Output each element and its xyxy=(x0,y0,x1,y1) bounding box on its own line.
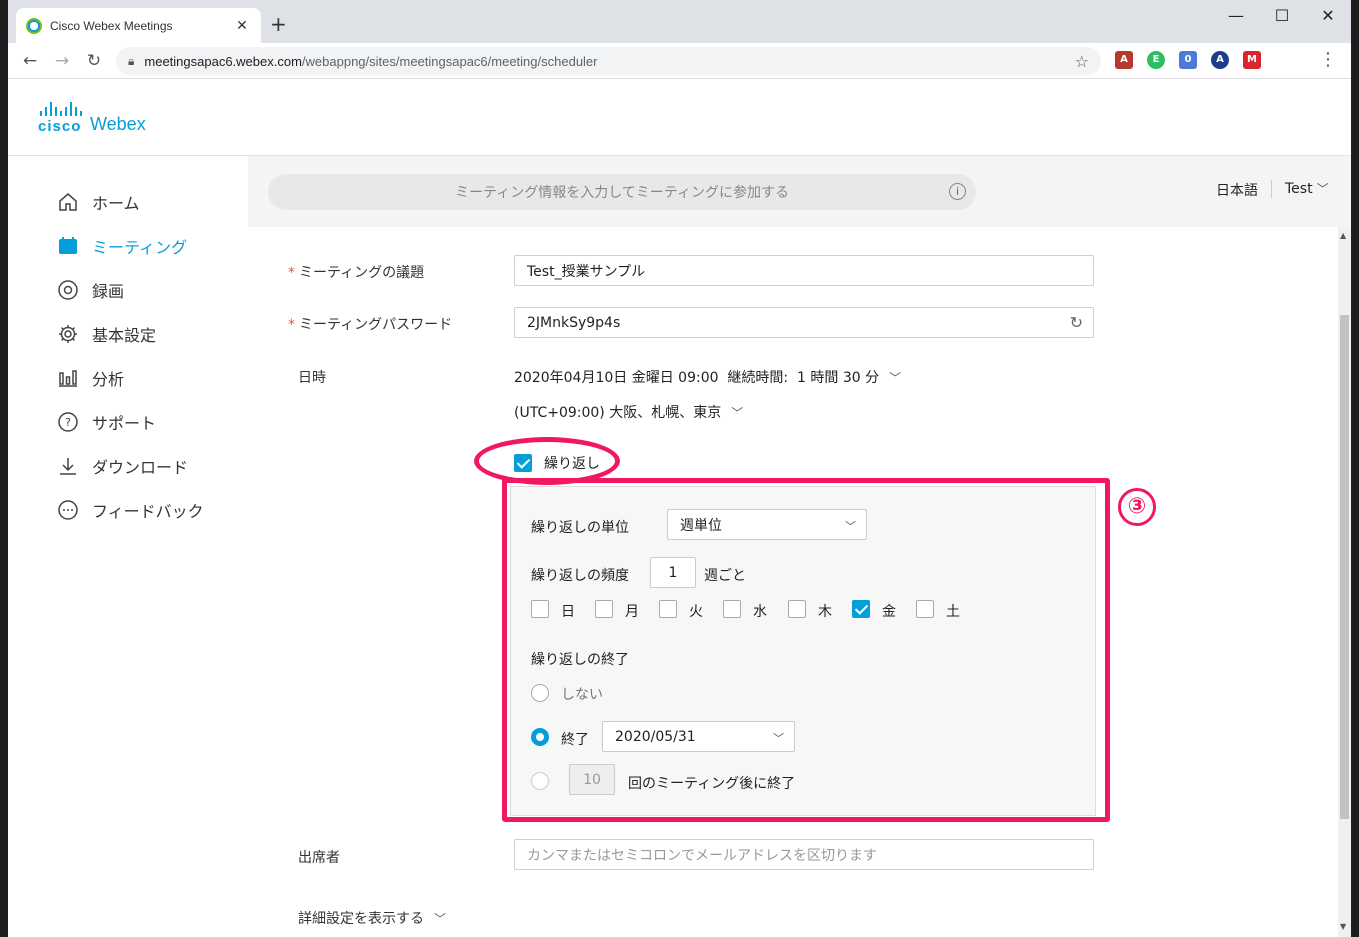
chevron-down-icon: ﹀ xyxy=(434,912,447,926)
cisco-bars-icon xyxy=(40,102,82,116)
lock-icon: 🔒︎ xyxy=(128,53,135,68)
pdf-extension-icon[interactable]: A xyxy=(1115,51,1133,69)
minimize-icon[interactable]: — xyxy=(1213,6,1259,25)
back-icon[interactable]: ← xyxy=(14,51,46,71)
language-selector[interactable]: 日本語 xyxy=(1216,180,1258,200)
chart-icon xyxy=(56,366,80,390)
gear-icon xyxy=(56,322,80,346)
tab-strip: Cisco Webex Meetings ✕ + — ☐ ✕ xyxy=(8,0,1351,43)
sidebar-item-meetings[interactable]: ミーティング xyxy=(56,234,187,258)
forward-icon[interactable]: → xyxy=(46,51,78,71)
calendar-icon xyxy=(56,234,80,258)
browser-tab[interactable]: Cisco Webex Meetings ✕ xyxy=(16,8,261,43)
refresh-password-icon[interactable]: ↻ xyxy=(1070,313,1083,332)
evernote-extension-icon[interactable]: E xyxy=(1147,51,1165,69)
join-meeting-search[interactable]: ミーティング情報を入力してミーティングに参加する i xyxy=(268,174,976,210)
advanced-settings-toggle[interactable]: 詳細設定を表示する ﹀ xyxy=(298,908,446,928)
sidebar-item-feedback[interactable]: フィードバック xyxy=(56,498,204,522)
chevron-down-icon: ﹀ xyxy=(889,371,902,385)
home-icon xyxy=(56,190,80,214)
topic-label: * ミーティングの議題 xyxy=(288,265,425,281)
sidebar-item-insights[interactable]: 分析 xyxy=(56,366,124,390)
info-icon[interactable]: i xyxy=(949,183,966,200)
chevron-down-icon: ﹀ xyxy=(1316,182,1329,196)
sidebar-item-recordings[interactable]: 録画 xyxy=(56,278,124,302)
scroll-up-icon[interactable]: ▲ xyxy=(1340,231,1346,240)
help-icon: ? xyxy=(56,410,80,434)
header-divider xyxy=(1271,180,1272,198)
record-icon xyxy=(56,278,80,302)
datetime-label: 日時 xyxy=(298,370,326,386)
url-text: meetingsapac6.webex.com/webappng/sites/m… xyxy=(144,53,598,69)
chevron-down-icon: ﹀ xyxy=(731,406,744,420)
annotation-step-badge: ③ xyxy=(1118,488,1156,526)
sidebar-item-home[interactable]: ホーム xyxy=(56,190,140,214)
attendees-input[interactable]: カンマまたはセミコロンでメールアドレスを区切ります xyxy=(514,839,1094,870)
scroll-down-icon[interactable]: ▼ xyxy=(1340,922,1346,931)
topic-input[interactable]: Test_授業サンプル xyxy=(514,255,1094,286)
extension-red-icon[interactable]: M xyxy=(1243,51,1261,69)
close-tab-icon[interactable]: ✕ xyxy=(233,18,251,34)
chat-icon xyxy=(56,498,80,522)
password-label: * ミーティングパスワード xyxy=(288,317,453,333)
form-scrollbar[interactable]: ▲ ▼ xyxy=(1338,227,1351,937)
password-input[interactable]: 2JMnkSy9p4s ↻ xyxy=(514,307,1094,338)
close-window-icon[interactable]: ✕ xyxy=(1305,6,1351,25)
bookmark-star-icon[interactable]: ☆ xyxy=(1075,52,1089,71)
attendees-label: 出席者 xyxy=(298,850,340,866)
svg-text:?: ? xyxy=(65,416,71,429)
datetime-picker[interactable]: 2020年04月10日 金曜日 09:00 継続時間: 1 時間 30 分 ﹀ xyxy=(514,367,901,387)
extension-circle-icon[interactable]: A xyxy=(1211,51,1229,69)
sidebar: ホーム ミーティング 録画 基本設定 分析 ? サポート ダウンロード フィード… xyxy=(8,156,248,937)
scroll-thumb[interactable] xyxy=(1340,315,1349,819)
sidebar-item-download[interactable]: ダウンロード xyxy=(56,454,188,478)
user-menu[interactable]: Test ﹀ xyxy=(1285,180,1329,197)
reload-icon[interactable]: ↻ xyxy=(78,51,110,71)
sidebar-item-preferences[interactable]: 基本設定 xyxy=(56,322,156,346)
app-header: cisco Webex xyxy=(8,80,1351,156)
webex-favicon-icon xyxy=(26,17,42,34)
tab-title: Cisco Webex Meetings xyxy=(50,18,173,33)
extension-badge-icon[interactable]: 0 xyxy=(1179,51,1197,69)
address-bar[interactable]: 🔒︎ meetingsapac6.webex.com/webappng/site… xyxy=(116,47,1101,75)
download-icon xyxy=(56,454,80,478)
timezone-selector[interactable]: (UTC+09:00) 大阪、札幌、東京 ﹀ xyxy=(514,402,743,422)
cisco-webex-logo[interactable]: cisco Webex xyxy=(38,102,146,135)
maximize-icon[interactable]: ☐ xyxy=(1259,6,1305,25)
new-tab-icon[interactable]: + xyxy=(270,12,287,36)
annotation-rectangle xyxy=(502,478,1110,822)
browser-toolbar: ← → ↻ 🔒︎ meetingsapac6.webex.com/webappn… xyxy=(8,43,1351,79)
browser-menu-icon[interactable]: ⋮ xyxy=(1319,49,1337,70)
sidebar-item-support[interactable]: ? サポート xyxy=(56,410,156,434)
